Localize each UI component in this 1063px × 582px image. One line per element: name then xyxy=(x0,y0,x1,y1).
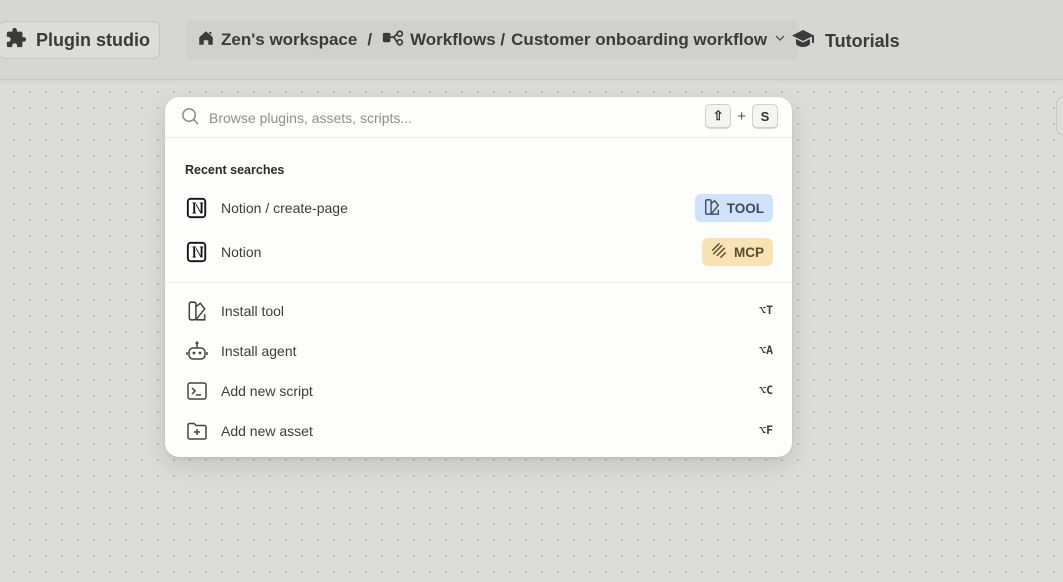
notion-icon xyxy=(185,196,209,220)
action-shortcut: ⌥C xyxy=(759,383,773,397)
breadcrumb[interactable]: Zen's workspace / Workflows / Customer o… xyxy=(186,20,799,60)
shift-key-icon: ⇧ xyxy=(705,104,732,128)
chevron-down-icon[interactable] xyxy=(773,30,787,50)
search-icon xyxy=(181,107,200,131)
breadcrumb-current[interactable]: Customer onboarding workflow xyxy=(511,30,767,50)
notion-icon xyxy=(185,240,209,264)
action-label: Install agent xyxy=(221,343,297,359)
action-install-agent[interactable]: Install agent ⌥A xyxy=(185,337,773,365)
mcp-icon xyxy=(710,242,728,263)
action-shortcut: ⌥F xyxy=(759,423,773,437)
action-label: Add new asset xyxy=(221,423,313,439)
graduation-cap-icon xyxy=(791,29,815,54)
recent-item-label: Notion / create-page xyxy=(221,200,348,216)
command-palette: ⇧ + S Recent searches Notion / create-pa… xyxy=(165,97,792,457)
action-add-new-script[interactable]: Add new script ⌥C xyxy=(185,377,773,405)
breadcrumb-workspace[interactable]: Zen's workspace xyxy=(221,30,357,50)
section-divider xyxy=(165,282,792,283)
action-label: Install tool xyxy=(221,303,285,319)
mcp-badge-label: MCP xyxy=(734,244,764,260)
plugin-studio-label: Plugin studio xyxy=(36,29,150,50)
tool-badge-label: TOOL xyxy=(726,200,764,216)
terminal-icon xyxy=(185,379,209,403)
top-bar: Plugin studio Zen's workspace / Workflow… xyxy=(0,0,1063,135)
action-label: Add new script xyxy=(221,383,313,399)
workflow-icon xyxy=(382,29,404,52)
tool-icon xyxy=(185,299,209,323)
tool-icon xyxy=(703,198,721,219)
search-input[interactable] xyxy=(207,105,661,131)
mcp-badge: MCP xyxy=(702,238,773,266)
breadcrumb-separator: / xyxy=(367,30,373,49)
puzzle-icon xyxy=(5,27,27,54)
action-shortcut: ⌥A xyxy=(759,343,773,357)
robot-icon xyxy=(185,339,209,363)
s-key: S xyxy=(752,104,778,128)
side-panel-tab[interactable] xyxy=(1056,97,1063,135)
house-icon xyxy=(197,29,215,52)
recent-searches-heading: Recent searches xyxy=(185,163,285,177)
search-shortcut: ⇧ + S xyxy=(705,104,778,128)
action-install-tool[interactable]: Install tool ⌥T xyxy=(185,297,773,325)
search-bar: ⇧ + S xyxy=(165,97,792,138)
tool-badge: TOOL xyxy=(694,194,773,222)
plugin-studio-button[interactable]: Plugin studio xyxy=(0,21,160,59)
folder-plus-icon xyxy=(185,419,209,443)
shortcut-plus: + xyxy=(737,107,746,125)
tutorials-link[interactable]: Tutorials xyxy=(791,29,900,54)
action-add-new-asset[interactable]: Add new asset ⌥F xyxy=(185,417,773,445)
recent-item[interactable]: Notion MCP xyxy=(185,238,773,266)
tutorials-label: Tutorials xyxy=(825,31,900,51)
breadcrumb-workflows[interactable]: Workflows / xyxy=(410,30,505,50)
action-shortcut: ⌥T xyxy=(759,303,773,317)
recent-item-label: Notion xyxy=(221,244,262,260)
recent-item[interactable]: Notion / create-page TOOL xyxy=(185,194,773,222)
